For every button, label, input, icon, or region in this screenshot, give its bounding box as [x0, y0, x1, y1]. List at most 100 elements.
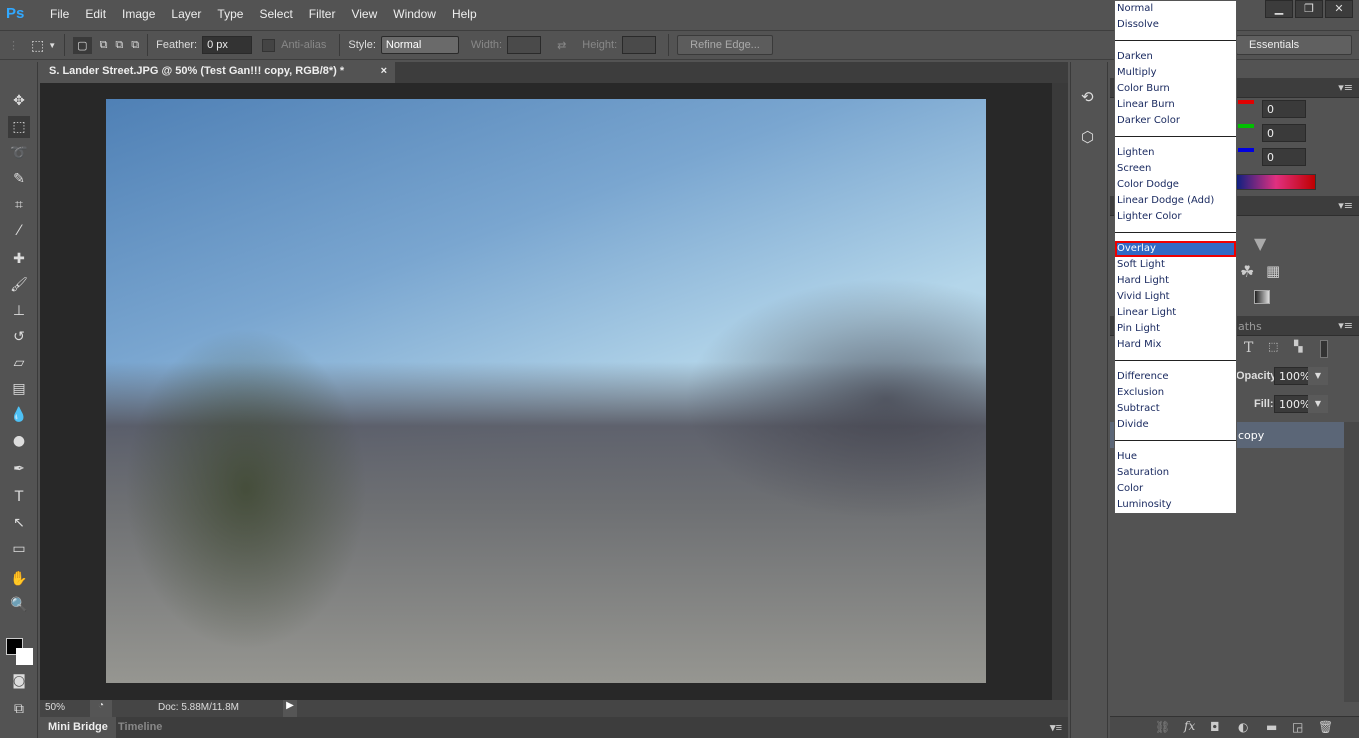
workspace-select[interactable]: Essentials: [1236, 35, 1352, 55]
blend-mode-linear-light[interactable]: Linear Light: [1115, 305, 1236, 321]
history-brush-tool-icon[interactable]: ↺: [8, 326, 30, 348]
blend-mode-screen[interactable]: Screen: [1115, 161, 1236, 177]
blend-mode-normal[interactable]: Normal: [1115, 1, 1236, 17]
new-group-icon[interactable]: ▬: [1266, 720, 1277, 734]
hand-tool-icon[interactable]: ✋: [8, 568, 30, 590]
height-input[interactable]: [622, 36, 657, 54]
delete-layer-icon[interactable]: 🗑: [1318, 720, 1333, 734]
color-lookup-icon[interactable]: ▦: [1266, 262, 1280, 280]
chevron-down-icon[interactable]: ▼: [48, 41, 56, 50]
background-color-swatch[interactable]: [16, 648, 33, 665]
path-selection-tool-icon[interactable]: ↖: [8, 512, 30, 534]
close-button[interactable]: ✕: [1325, 0, 1353, 18]
quick-selection-tool-icon[interactable]: ✎: [8, 168, 30, 190]
blend-mode-exclusion[interactable]: Exclusion: [1115, 385, 1236, 401]
panel-menu-icon[interactable]: ▾≡: [1338, 81, 1353, 94]
blend-mode-hue[interactable]: Hue: [1115, 449, 1236, 465]
close-tab-icon[interactable]: ×: [381, 65, 387, 77]
invert-adjustment-icon[interactable]: ▼: [1254, 234, 1266, 253]
green-slider[interactable]: [1238, 124, 1254, 128]
new-selection-icon[interactable]: ▢: [73, 36, 92, 54]
add-mask-icon[interactable]: ◘: [1210, 720, 1220, 734]
status-share-icon[interactable]: ◔: [90, 700, 112, 717]
minimize-button[interactable]: ▁: [1265, 0, 1293, 18]
layer-name[interactable]: copy: [1238, 429, 1264, 442]
zoom-level[interactable]: 50%: [45, 702, 65, 713]
blend-mode-vivid-light[interactable]: Vivid Light: [1115, 289, 1236, 305]
adjustment-layer-icon[interactable]: ◐: [1238, 720, 1248, 734]
opacity-dropdown-icon[interactable]: ▼: [1308, 367, 1328, 385]
panel-menu-icon[interactable]: ▾≡: [1338, 319, 1353, 332]
blend-mode-soft-light[interactable]: Soft Light: [1115, 257, 1236, 273]
gradient-map-icon[interactable]: [1254, 290, 1270, 304]
menu-window[interactable]: Window: [385, 7, 444, 21]
menu-select[interactable]: Select: [251, 7, 300, 21]
restore-button[interactable]: ❐: [1295, 0, 1323, 18]
blend-mode-dissolve[interactable]: Dissolve: [1115, 17, 1236, 33]
tab-paths[interactable]: aths: [1238, 320, 1262, 333]
blend-mode-darken[interactable]: Darken: [1115, 49, 1236, 65]
refine-edge-button[interactable]: Refine Edge...: [677, 35, 773, 55]
menu-view[interactable]: View: [343, 7, 385, 21]
antialias-checkbox[interactable]: [262, 38, 276, 52]
blend-mode-saturation[interactable]: Saturation: [1115, 465, 1236, 481]
gradient-tool-icon[interactable]: ▤: [8, 378, 30, 400]
subtract-selection-icon[interactable]: ⧉: [115, 39, 123, 52]
panel-menu-icon[interactable]: ▾≡: [1338, 199, 1353, 212]
blue-value-input[interactable]: 0: [1262, 148, 1306, 166]
brush-tool-icon[interactable]: 🖌: [8, 274, 30, 296]
swap-icon[interactable]: ⇄: [557, 39, 566, 52]
marquee-tool-icon[interactable]: ⬚: [8, 116, 30, 138]
blend-mode-color-dodge[interactable]: Color Dodge: [1115, 177, 1236, 193]
tab-timeline[interactable]: Timeline: [112, 717, 168, 738]
menu-image[interactable]: Image: [114, 7, 163, 21]
panel-menu-icon[interactable]: ▾≡: [1050, 721, 1062, 734]
intersect-selection-icon[interactable]: ⧉: [131, 39, 139, 52]
zoom-tool-icon[interactable]: 🔍: [8, 594, 30, 616]
link-layers-icon[interactable]: ⛓: [1155, 720, 1170, 734]
red-value-input[interactable]: 0: [1262, 100, 1306, 118]
style-select[interactable]: Normal: [380, 36, 459, 54]
menu-filter[interactable]: Filter: [301, 7, 344, 21]
layers-scrollbar[interactable]: [1344, 422, 1359, 702]
marquee-preset-icon[interactable]: ⬚: [31, 37, 44, 54]
blend-mode-difference[interactable]: Difference: [1115, 369, 1236, 385]
blend-mode-multiply[interactable]: Multiply: [1115, 65, 1236, 81]
blend-mode-lighter-color[interactable]: Lighter Color: [1115, 209, 1236, 225]
menu-help[interactable]: Help: [444, 7, 485, 21]
green-value-input[interactable]: 0: [1262, 124, 1306, 142]
filter-toggle[interactable]: [1320, 340, 1328, 358]
tab-mini-bridge[interactable]: Mini Bridge: [40, 717, 116, 738]
fx-icon[interactable]: fx: [1184, 719, 1195, 733]
add-selection-icon[interactable]: ⧉: [100, 39, 108, 52]
crop-tool-icon[interactable]: ⌗: [8, 194, 30, 216]
vertical-scrollbar[interactable]: [1052, 83, 1068, 700]
screen-mode-icon[interactable]: ⧉: [8, 698, 30, 720]
3d-panel-icon[interactable]: ⬡: [1081, 128, 1094, 146]
blue-slider[interactable]: [1238, 148, 1254, 152]
width-input[interactable]: [507, 36, 542, 54]
blend-mode-subtract[interactable]: Subtract: [1115, 401, 1236, 417]
lasso-tool-icon[interactable]: ➰: [8, 142, 30, 164]
document-image[interactable]: [106, 99, 986, 683]
eraser-tool-icon[interactable]: ▱: [8, 352, 30, 374]
new-layer-icon[interactable]: ◲: [1292, 720, 1303, 734]
blend-mode-linear-burn[interactable]: Linear Burn: [1115, 97, 1236, 113]
blend-mode-linear-dodge-add[interactable]: Linear Dodge (Add): [1115, 193, 1236, 209]
type-filter-icon[interactable]: T: [1244, 340, 1253, 356]
smart-object-filter-icon[interactable]: ▚: [1294, 340, 1302, 353]
blend-mode-divide[interactable]: Divide: [1115, 417, 1236, 433]
move-tool-icon[interactable]: ✥: [8, 90, 30, 112]
blend-mode-overlay[interactable]: Overlay: [1115, 241, 1236, 257]
menu-layer[interactable]: Layer: [163, 7, 209, 21]
menu-file[interactable]: File: [42, 7, 77, 21]
color-ramp[interactable]: [1236, 174, 1316, 190]
type-tool-icon[interactable]: T: [8, 486, 30, 508]
status-menu-arrow-icon[interactable]: ▶: [283, 700, 297, 717]
channel-mixer-icon[interactable]: ☘: [1240, 262, 1254, 281]
blend-mode-lighten[interactable]: Lighten: [1115, 145, 1236, 161]
pen-tool-icon[interactable]: ✒: [8, 458, 30, 480]
blend-mode-color-burn[interactable]: Color Burn: [1115, 81, 1236, 97]
dodge-tool-icon[interactable]: ●: [8, 430, 30, 452]
eyedropper-tool-icon[interactable]: ⁄: [8, 220, 30, 242]
